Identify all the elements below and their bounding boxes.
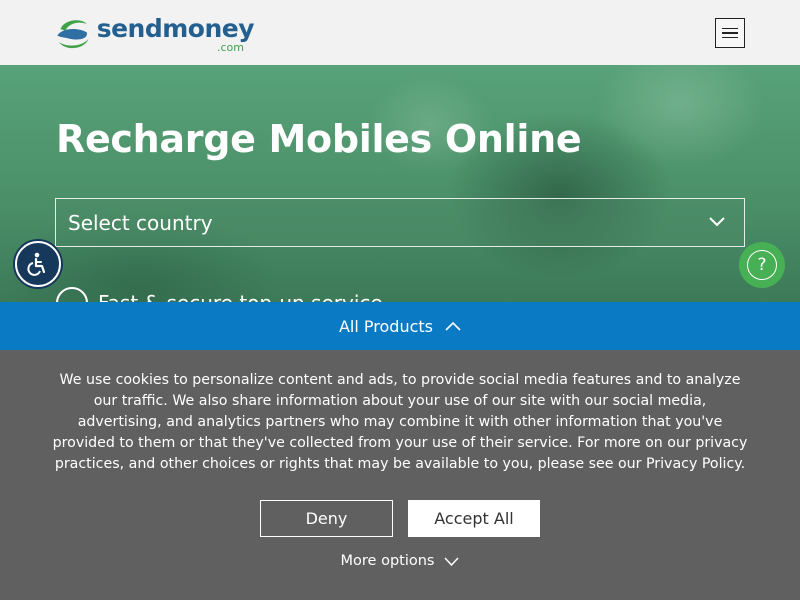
- help-button[interactable]: ?: [739, 242, 785, 288]
- hamburger-icon-line: [722, 36, 738, 39]
- hamburger-icon-line: [722, 27, 738, 30]
- cookie-banner: We use cookies to personalize content an…: [0, 350, 800, 600]
- checkmark-circle-icon: [56, 287, 88, 302]
- deny-button[interactable]: Deny: [260, 500, 393, 537]
- hero-banner: Recharge Mobiles Online Select country F…: [0, 65, 800, 302]
- chevron-down-icon: [444, 556, 460, 566]
- country-select-value: Select country: [68, 210, 213, 235]
- logo-name: sendmoney: [96, 14, 255, 43]
- more-options-toggle[interactable]: More options: [0, 553, 800, 569]
- cookie-banner-text: We use cookies to personalize content an…: [52, 372, 748, 472]
- chevron-up-icon: [445, 321, 461, 331]
- all-products-label: All Products: [338, 316, 433, 336]
- chevron-down-icon: [709, 217, 725, 227]
- logo-suffix: .com: [217, 41, 244, 54]
- feature-item: Fast & secure top-up service: [56, 287, 383, 302]
- page-title: Recharge Mobiles Online: [56, 117, 582, 161]
- feature-text: Fast & secure top-up service: [98, 291, 383, 302]
- hamburger-icon-line: [722, 32, 738, 34]
- sendmoney-logo[interactable]: sendmoney .com: [54, 12, 255, 56]
- sendmoney-logo-mark-icon: [57, 20, 89, 49]
- all-products-toggle[interactable]: All Products: [0, 302, 800, 350]
- accept-all-button[interactable]: Accept All: [408, 500, 540, 537]
- country-select[interactable]: Select country: [55, 198, 745, 247]
- hamburger-menu-button[interactable]: [715, 18, 745, 48]
- site-header: sendmoney .com: [0, 0, 800, 65]
- logo-text: sendmoney .com: [96, 14, 255, 54]
- more-options-label: More options: [340, 553, 435, 569]
- wheelchair-icon: [27, 252, 46, 276]
- accessibility-button[interactable]: [15, 241, 61, 287]
- question-mark-icon: ?: [747, 250, 777, 280]
